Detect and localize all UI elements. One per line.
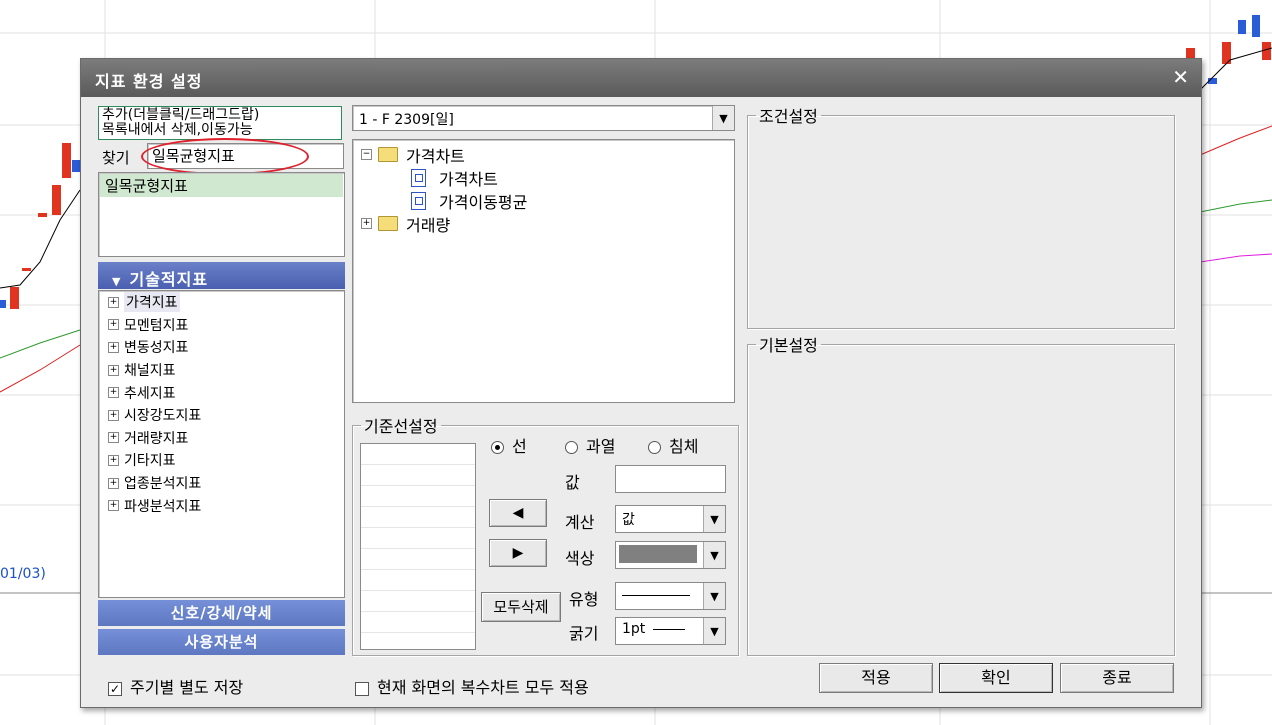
baseline-legend: 기준선설정 (364, 417, 438, 436)
folder-icon (378, 216, 398, 231)
close-icon[interactable]: ✕ (1172, 65, 1189, 89)
tree-item[interactable]: + 추세지표 (99, 381, 344, 404)
collapse-minus-icon[interactable]: − (361, 149, 372, 160)
expand-plus-icon[interactable]: + (108, 364, 119, 376)
chevron-down-icon[interactable]: ▼ (703, 506, 725, 532)
tree-item-price-chart[interactable]: 가격차트 (359, 166, 728, 189)
radio-line[interactable]: 선 (491, 433, 527, 457)
apply-all-charts-label: 현재 화면의 복수차트 모두 적용 (377, 678, 589, 697)
close-button[interactable]: 종료 (1060, 663, 1174, 693)
help-line: 추가(더블클릭/드래그드랍) (102, 107, 260, 123)
instrument-combo-value: 1 - F 2309[일] (359, 112, 454, 128)
tree-item-moving-average[interactable]: 가격이동평균 (359, 189, 728, 212)
technical-indicator-header[interactable]: ▼ 기술적지표 (98, 262, 345, 289)
search-result-list[interactable]: 일목균형지표 (98, 172, 345, 257)
help-text-box: 추가(더블클릭/드래그드랍) 목록내에서 삭제,이동가능 (98, 106, 342, 140)
empty-checkbox-icon[interactable] (355, 681, 369, 696)
tree-item[interactable]: + 변동성지표 (99, 336, 344, 359)
user-analysis-button[interactable]: 사용자분석 (98, 629, 345, 655)
type-label: 유형 (569, 590, 599, 609)
expand-plus-icon[interactable]: + (108, 319, 119, 331)
tree-item[interactable]: + 채널지표 (99, 359, 344, 382)
instrument-combo[interactable]: 1 - F 2309[일] ▼ (352, 105, 735, 131)
color-select[interactable]: ▼ (615, 541, 726, 569)
calc-select[interactable]: 값 ▼ (615, 505, 726, 533)
arrow-left-icon: ◀ (512, 505, 524, 521)
color-swatch (619, 545, 697, 563)
line-width-value: 1pt (622, 621, 646, 637)
tree-folder-price-chart[interactable]: − 가격차트 (359, 143, 728, 166)
radio-icon[interactable] (648, 441, 661, 454)
line-width-sample-icon (652, 628, 685, 630)
chevron-down-icon[interactable]: ▼ (703, 618, 725, 644)
expand-plus-icon[interactable]: + (108, 387, 119, 399)
radio-overheat[interactable]: 과열 (565, 433, 615, 457)
folder-icon (378, 147, 398, 162)
expand-plus-icon[interactable]: + (108, 409, 119, 421)
find-input[interactable] (152, 146, 339, 164)
ok-button[interactable]: 확인 (939, 663, 1053, 693)
expand-plus-icon[interactable]: + (108, 500, 119, 512)
find-field[interactable] (147, 143, 344, 169)
line-width-select[interactable]: 1pt ▼ (615, 617, 726, 645)
move-right-arrow-button[interactable]: ▶ (489, 539, 547, 567)
save-per-period-checkbox[interactable]: ✓ 주기별 별도 저장 (108, 674, 243, 698)
width-label: 굵기 (569, 624, 599, 643)
apply-all-charts-checkbox[interactable]: 현재 화면의 복수차트 모두 적용 (355, 674, 589, 698)
calc-select-value: 값 (622, 512, 635, 528)
expand-plus-icon[interactable]: + (108, 477, 119, 489)
checkmark-icon[interactable]: ✓ (108, 681, 122, 696)
title-bar[interactable]: 지표 환경 설정 ✕ (81, 59, 1201, 97)
help-line: 목록내에서 삭제,이동가능 (102, 122, 253, 138)
add-left-arrow-button[interactable]: ◀ (489, 499, 547, 527)
basic-settings-group: 기본설정 (747, 332, 1175, 656)
chevron-down-icon[interactable]: ▼ (712, 106, 734, 130)
calc-label: 계산 (565, 513, 595, 532)
indicator-settings-dialog: 지표 환경 설정 ✕ 추가(더블클릭/드래그드랍) 목록내에서 삭제,이동가능 … (80, 58, 1202, 708)
tree-item[interactable]: + 시장강도지표 (99, 404, 344, 427)
tree-item[interactable]: + 모멘텀지표 (99, 314, 344, 337)
dialog-title: 지표 환경 설정 (95, 72, 203, 91)
chevron-down-icon[interactable]: ▼ (703, 583, 725, 609)
value-input[interactable] (615, 465, 726, 493)
tree-item[interactable]: + 기타지표 (99, 449, 344, 472)
find-label: 찾기 (102, 149, 130, 167)
expand-plus-icon[interactable]: + (108, 432, 119, 444)
tree-item[interactable]: + 파생분석지표 (99, 494, 344, 517)
tree-item[interactable]: + 가격지표 (99, 291, 344, 314)
chart-date-label: 01/03) (0, 566, 46, 582)
color-label: 색상 (565, 549, 595, 568)
signal-strength-button[interactable]: 신호/강세/약세 (98, 600, 345, 626)
search-result-item[interactable]: 일목균형지표 (100, 174, 343, 197)
triangle-down-icon: ▼ (112, 275, 122, 288)
tree-item[interactable]: + 거래량지표 (99, 427, 344, 450)
basic-legend: 기본설정 (759, 336, 818, 355)
chart-document-icon (411, 191, 426, 210)
chevron-down-icon[interactable]: ▼ (703, 542, 725, 568)
expand-plus-icon[interactable]: + (361, 218, 372, 229)
delete-all-button[interactable]: 모두삭제 (481, 592, 561, 622)
value-label: 값 (565, 473, 580, 492)
solid-line-icon (622, 595, 690, 596)
tree-item[interactable]: + 업종분석지표 (99, 472, 344, 495)
condition-legend: 조건설정 (759, 107, 818, 126)
expand-plus-icon[interactable]: + (108, 296, 119, 308)
technical-header-label: 기술적지표 (129, 270, 209, 289)
apply-button[interactable]: 적용 (819, 663, 933, 693)
baseline-list[interactable] (360, 443, 476, 654)
expand-plus-icon[interactable]: + (108, 454, 119, 466)
radio-selected-icon[interactable] (491, 441, 504, 454)
chart-item-tree[interactable]: − 가격차트 가격차트 가격이동평균 + 거래량 (352, 139, 735, 403)
arrow-right-icon: ▶ (512, 545, 524, 561)
tree-folder-volume[interactable]: + 거래량 (359, 212, 728, 235)
line-type-select[interactable]: ▼ (615, 582, 726, 610)
radio-icon[interactable] (565, 441, 578, 454)
radio-sink[interactable]: 침체 (648, 433, 698, 457)
expand-plus-icon[interactable]: + (108, 341, 119, 353)
save-per-period-label: 주기별 별도 저장 (130, 678, 244, 697)
chart-document-icon (411, 168, 426, 187)
condition-settings-group: 조건설정 (747, 103, 1175, 329)
technical-indicator-tree[interactable]: + 가격지표 + 모멘텀지표 + 변동성지표 + 채널지표 + 추세지표 + 시장강도지표 … (98, 290, 345, 598)
